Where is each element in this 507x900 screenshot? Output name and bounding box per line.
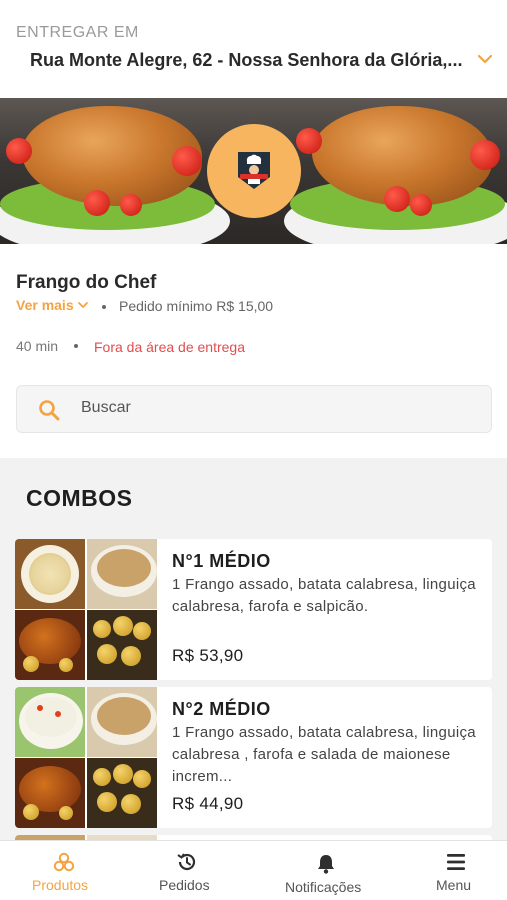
hamburger-icon <box>447 854 465 870</box>
store-name: Frango do Chef <box>16 272 157 293</box>
bottom-navigation: Produtos Pedidos Notificações Menu <box>0 840 507 900</box>
search-input[interactable]: Buscar <box>16 385 492 433</box>
delivery-header[interactable]: ENTREGAR EM Rua Monte Alegre, 62 - Nossa… <box>0 0 507 98</box>
product-card[interactable]: N°2 MÉDIO 1 Frango assado, batata calabr… <box>15 687 492 828</box>
nav-label-menu: Menu <box>436 877 472 893</box>
chevron-down-icon[interactable] <box>77 299 89 311</box>
history-icon <box>177 853 196 871</box>
product-title: N°2 MÉDIO <box>172 699 271 719</box>
nav-item-notifications[interactable]: Notificações <box>278 841 374 900</box>
search-icon <box>39 400 60 421</box>
delivery-time: 40 min <box>16 338 59 354</box>
nav-label-orders: Pedidos <box>159 877 210 893</box>
bell-icon <box>318 855 334 874</box>
see-more-link[interactable]: Ver mais <box>16 297 74 313</box>
separator-dot <box>74 344 78 348</box>
delivery-label: ENTREGAR EM <box>16 24 139 41</box>
delivery-area-status: Fora da área de entrega <box>94 339 245 355</box>
nav-item-menu[interactable]: Menu <box>425 841 487 900</box>
separator-dot <box>102 305 106 309</box>
product-description: 1 Frango assado, batata calabresa, lingu… <box>172 724 476 785</box>
product-card[interactable]: N°1 MÉDIO 1 Frango assado, batata calabr… <box>15 539 492 680</box>
products-icon <box>53 852 75 872</box>
product-image <box>15 687 157 828</box>
minimum-order: Pedido mínimo R$ 15,00 <box>119 298 274 314</box>
search-placeholder: Buscar <box>81 399 131 416</box>
nav-item-products[interactable]: Produtos <box>20 841 108 900</box>
nav-label-products: Produtos <box>32 877 89 893</box>
product-image <box>15 539 157 680</box>
product-description: 1 Frango assado, batata calabresa, lingu… <box>172 576 476 615</box>
section-title: COMBOS <box>26 485 133 511</box>
product-title: N°1 MÉDIO <box>172 551 271 571</box>
delivery-address[interactable]: Rua Monte Alegre, 62 - Nossa Senhora da … <box>30 50 470 71</box>
product-price: R$ 44,90 <box>172 794 244 813</box>
product-price: R$ 53,90 <box>172 646 244 665</box>
chef-logo-icon <box>238 152 270 189</box>
nav-item-orders[interactable]: Pedidos <box>150 841 224 900</box>
chevron-down-icon[interactable] <box>476 50 494 68</box>
nav-label-notifications: Notificações <box>285 879 362 895</box>
